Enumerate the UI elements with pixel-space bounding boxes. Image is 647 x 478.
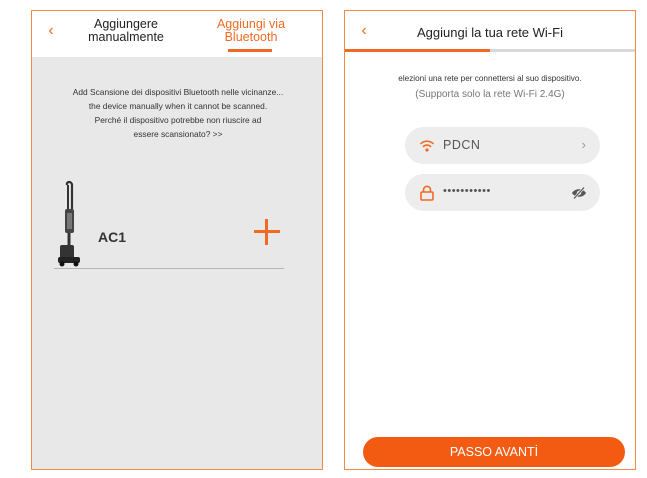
bluetooth-add-screen: ‹ Aggiungere manualmente Aggiungi via Bl… (31, 10, 323, 470)
lock-icon (420, 185, 434, 201)
wifi-setup-screen: ‹ Aggiungi la tua rete Wi-Fi elezioni un… (344, 10, 636, 470)
header: ‹ Aggiungere manualmente Aggiungi via Bl… (32, 11, 322, 57)
tab-bluetooth-add[interactable]: Aggiungi via Bluetooth (192, 18, 310, 44)
wifi-password-field[interactable]: ••••••••••• (405, 174, 600, 211)
network-note: (Supporta solo la rete Wi-Fi 2.4G) (415, 89, 565, 100)
scan-info: Add Scansione dei dispositivi Bluetooth … (42, 85, 314, 141)
scan-help-link-line1[interactable]: Perché il dispositivo potrebbe non riusc… (42, 113, 314, 127)
tab-manual-add[interactable]: Aggiungere manualmente (76, 18, 176, 44)
device-list-item[interactable]: AC1 (54, 179, 284, 269)
scan-info-line2: the device manually when it cannot be sc… (88, 101, 268, 111)
wifi-icon (419, 140, 435, 152)
chevron-right-icon: › (581, 137, 586, 152)
page-title: Aggiungi la tua rete Wi-Fi (417, 25, 563, 40)
wifi-network-select[interactable]: PDCN › (405, 127, 600, 164)
scan-help-link-line2[interactable]: essere scansionato? >> (42, 127, 314, 141)
network-prompt: elezioni una rete per connettersi al suo… (398, 74, 582, 83)
setup-progress-fill (345, 49, 490, 52)
wifi-password-value: ••••••••••• (443, 185, 491, 197)
setup-progress-bar (345, 49, 635, 52)
back-button[interactable]: ‹ (41, 20, 61, 42)
device-name: AC1 (98, 229, 127, 245)
next-step-button[interactable]: PASSO AVANTİ (363, 437, 625, 467)
scan-info-line1: Add Scansione dei dispositivi Bluetooth … (72, 87, 284, 97)
plus-icon[interactable] (254, 219, 280, 245)
tab-bluetooth-label-line2: Bluetooth (224, 30, 278, 44)
tab-manual-label-line2: manualmente (88, 30, 164, 44)
chevron-left-icon: ‹ (48, 22, 54, 39)
active-tab-indicator (228, 49, 272, 52)
scan-panel: Add Scansione dei dispositivi Bluetooth … (32, 57, 322, 469)
eye-slash-icon[interactable] (571, 186, 587, 200)
wifi-ssid: PDCN (443, 138, 481, 152)
stick-vacuum-icon (58, 180, 80, 267)
